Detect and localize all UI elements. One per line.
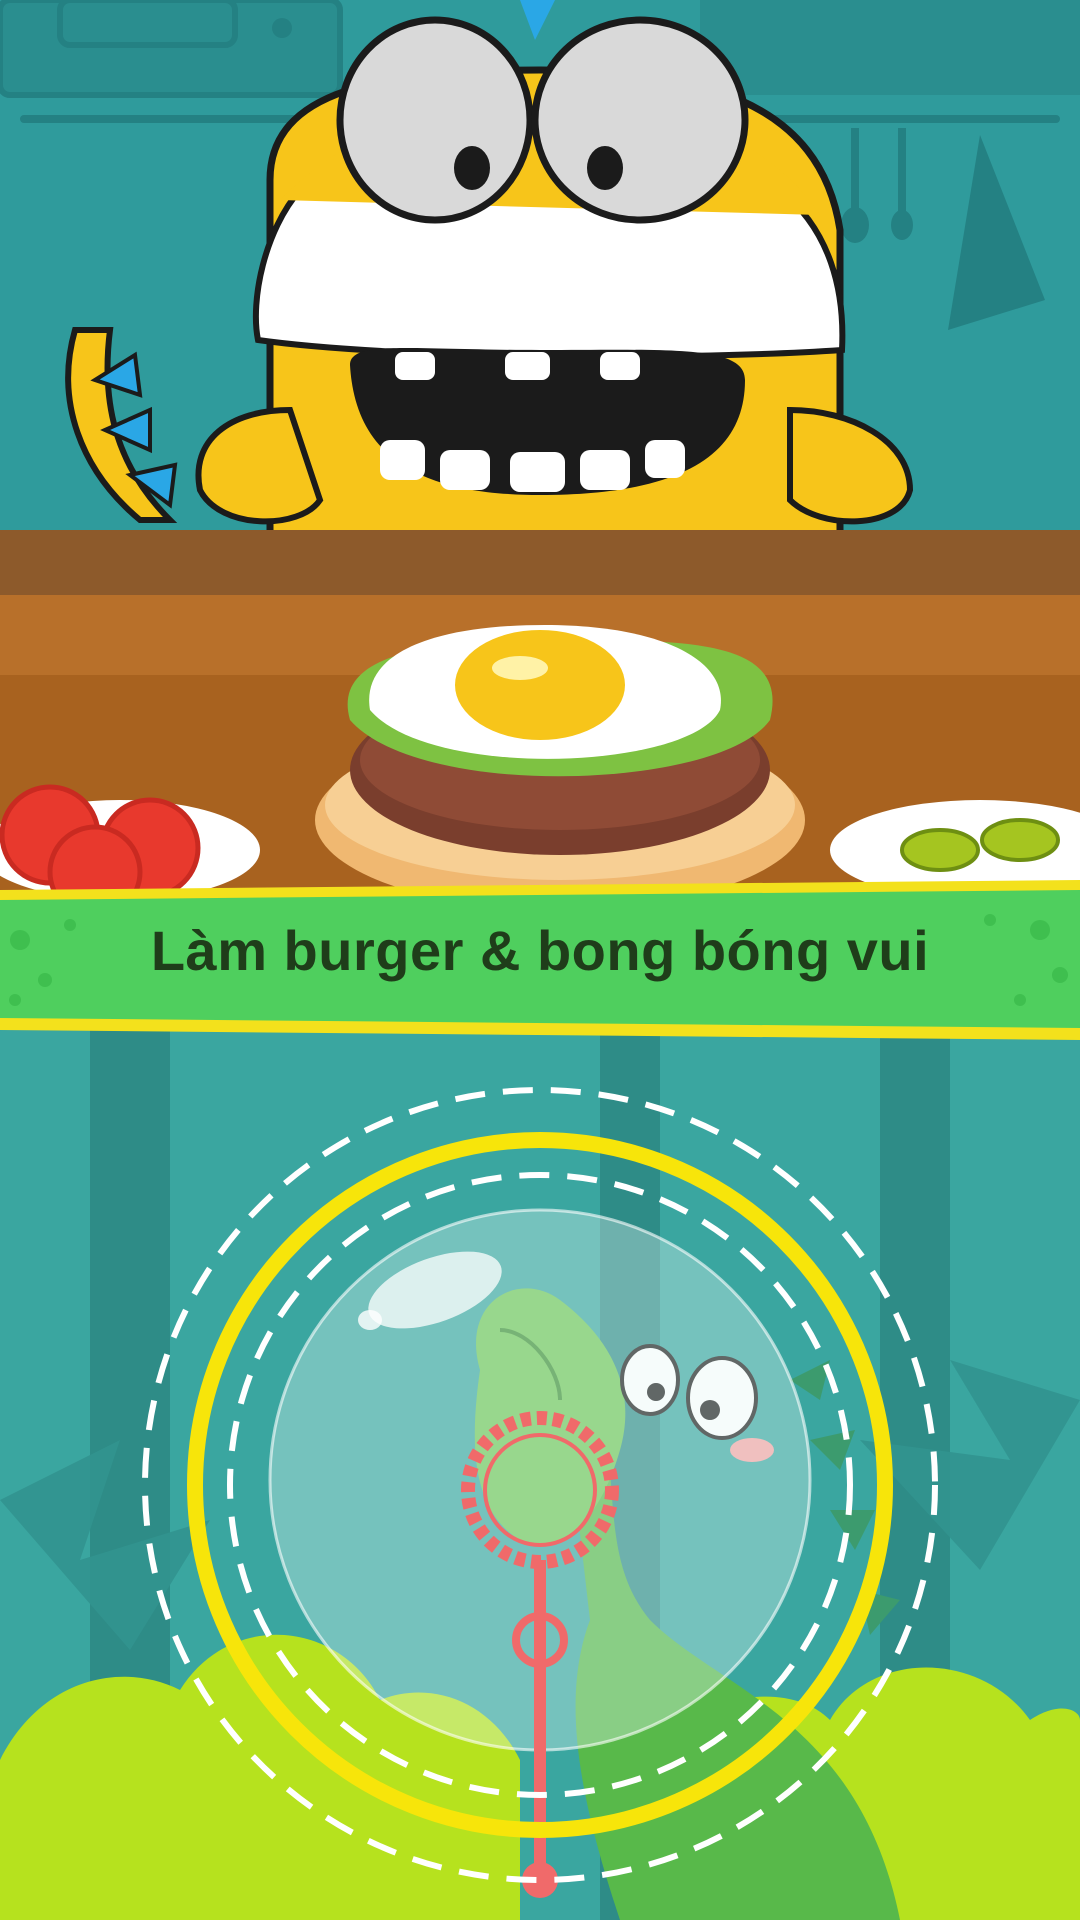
app-screenshot: Làm burger & bong bóng vui <box>0 0 1080 1920</box>
title-caption: Làm burger & bong bóng vui <box>150 919 930 982</box>
